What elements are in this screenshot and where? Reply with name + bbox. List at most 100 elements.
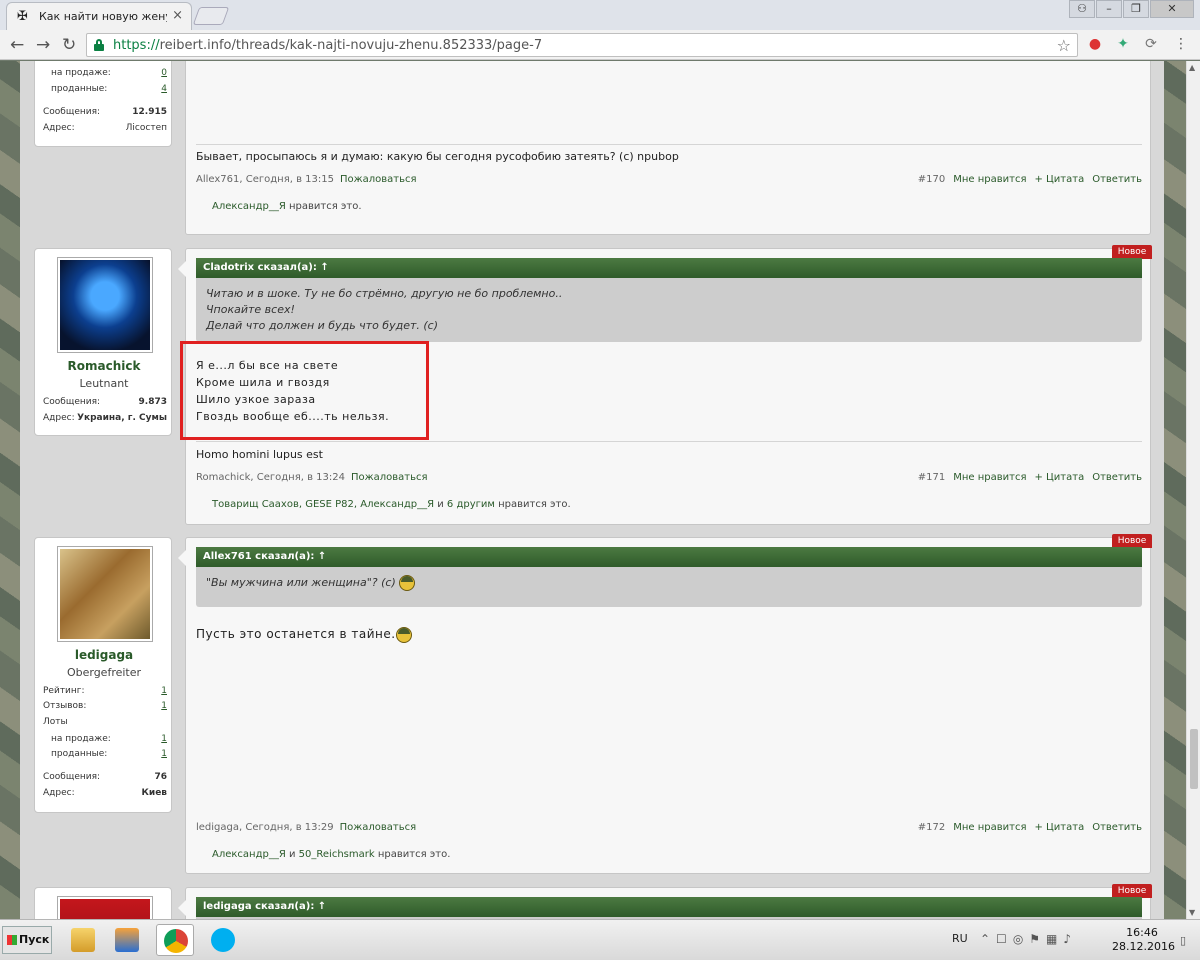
quote-button[interactable]: + Цитата xyxy=(1034,472,1084,483)
lock-icon xyxy=(94,39,104,51)
minimize-button[interactable]: – xyxy=(1096,0,1122,18)
soldier-smiley-icon xyxy=(395,626,412,643)
new-badge: Новое xyxy=(1112,534,1152,548)
username[interactable]: ledigaga xyxy=(35,648,173,662)
soldier-smiley-icon xyxy=(399,575,416,591)
post-actions: #172 Мне нравится + Цитата Ответить xyxy=(910,822,1142,833)
taskbar-media-player[interactable] xyxy=(108,924,146,956)
extension-puzzle-icon[interactable]: ✦ xyxy=(1114,35,1132,53)
username[interactable]: Romachick xyxy=(35,359,173,373)
window-controls: ⚇ – ❐ ✕ xyxy=(1069,0,1194,20)
likes-summary: Александр__Я нравится это. xyxy=(212,201,362,212)
post-body: Пусть это останется в тайне. xyxy=(196,626,412,643)
signature: Бывает, просыпаюсь я и думаю: какую бы с… xyxy=(196,150,679,163)
post-173: Новое ledigaga сказал(а): ↑ xyxy=(178,884,1152,919)
like-button[interactable]: Мне нравится xyxy=(953,472,1026,483)
system-tray-icons[interactable]: ⌃☐◎⚑▦♪ xyxy=(980,932,1077,946)
user-title: Obergefreiter xyxy=(66,666,142,679)
forward-arrow-icon[interactable]: → xyxy=(36,35,50,55)
chrome-menu-icon[interactable]: ⋮ xyxy=(1172,35,1190,53)
extension-refresh-icon[interactable]: ⟳ xyxy=(1142,35,1160,53)
skype-icon xyxy=(211,928,235,952)
stat-sold: проданные: 1 xyxy=(51,749,167,759)
close-tab-icon[interactable]: × xyxy=(172,8,183,23)
quote-block: Allex761 сказал(а): ↑ "Вы мужчина или же… xyxy=(196,547,1142,607)
language-indicator[interactable]: RU xyxy=(952,932,968,945)
browser-titlebar: ✠ Как найти новую жену? × ⚇ – ❐ ✕ xyxy=(0,0,1200,30)
clock[interactable]: 16:46 28.12.2016 xyxy=(1112,926,1175,954)
restore-button[interactable]: ❐ xyxy=(1123,0,1149,18)
reply-button[interactable]: Ответить xyxy=(1092,822,1142,833)
new-tab-button[interactable] xyxy=(192,7,230,25)
author-link[interactable]: Allex761 xyxy=(196,174,239,185)
avatar[interactable] xyxy=(57,546,153,642)
report-link[interactable]: Пожаловаться xyxy=(340,822,417,833)
stat-address: Адрес: Киев xyxy=(43,788,167,798)
report-link[interactable]: Пожаловаться xyxy=(340,174,417,185)
like-button[interactable]: Мне нравится xyxy=(953,174,1026,185)
start-button[interactable]: Пуск xyxy=(2,926,52,954)
page-viewport: на продаже: 0 проданные: 4 Сообщения: 12.91… xyxy=(0,61,1186,919)
post-actions: #170 Мне нравится + Цитата Ответить xyxy=(910,174,1142,185)
post-actions: #171 Мне нравится + Цитата Ответить xyxy=(910,472,1142,483)
stat-address: Адрес: Лісостеп xyxy=(43,123,167,133)
post-number[interactable]: #172 xyxy=(918,822,945,833)
address-bar[interactable]: https://reibert.info/threads/kak-najti-n… xyxy=(86,33,1078,57)
report-link[interactable]: Пожаловаться xyxy=(351,472,428,483)
stat-address: Адрес: Украина, г. Сумы xyxy=(43,413,167,423)
tab-title: Как найти новую жену? xyxy=(39,10,167,23)
quote-block: ledigaga сказал(а): ↑ xyxy=(196,897,1142,919)
quote-author[interactable]: ledigaga сказал(а): ↑ xyxy=(196,897,1142,917)
scroll-down-arrow-icon[interactable]: ▼ xyxy=(1189,908,1195,917)
stat-reviews: Отзывов: 1 xyxy=(43,701,167,711)
avatar[interactable] xyxy=(57,896,153,919)
scroll-thumb[interactable] xyxy=(1190,729,1198,789)
stat-messages: Сообщения: 9.873 xyxy=(43,397,167,407)
signature: Homo homini lupus est xyxy=(196,448,323,461)
new-badge: Новое xyxy=(1112,245,1152,259)
url-text: https://reibert.info/threads/kak-najti-n… xyxy=(113,38,543,53)
post-number[interactable]: #171 xyxy=(918,472,945,483)
quote-text: "Вы мужчина или женщина"? (с) xyxy=(196,567,1142,599)
iron-cross-icon: ✠ xyxy=(17,9,28,24)
quote-button[interactable]: + Цитата xyxy=(1034,822,1084,833)
browser-toolbar: ← → ↻ https://reibert.info/threads/kak-n… xyxy=(0,30,1200,60)
signature-divider xyxy=(196,441,1142,442)
author-link[interactable]: ledigaga xyxy=(196,822,239,833)
new-badge: Новое xyxy=(1112,884,1152,898)
post-number[interactable]: #170 xyxy=(918,174,945,185)
reload-icon[interactable]: ↻ xyxy=(62,35,76,55)
stat-rating: Рейтинг: 1 xyxy=(43,686,167,696)
avatar[interactable] xyxy=(57,257,153,353)
extension-opera-icon[interactable]: ● xyxy=(1086,35,1104,53)
taskbar-skype[interactable] xyxy=(204,924,242,956)
stat-sold: проданные: 4 xyxy=(51,84,167,94)
stat-forsale: на продаже: 1 xyxy=(51,734,167,744)
post-meta: ledigaga, Сегодня, в 13:29 Пожаловаться xyxy=(196,822,417,833)
userbox-allex761: на продаже: 0 проданные: 4 Сообщения: 12.91… xyxy=(34,61,172,147)
close-window-button[interactable]: ✕ xyxy=(1150,0,1194,18)
page-scrollbar[interactable]: ▲ ▼ xyxy=(1186,61,1200,919)
quote-author[interactable]: Cladotrix сказал(а): ↑ xyxy=(196,258,1142,278)
author-link[interactable]: Romachick xyxy=(196,472,250,483)
windows-flag-icon xyxy=(7,935,17,945)
reply-button[interactable]: Ответить xyxy=(1092,472,1142,483)
scroll-up-arrow-icon[interactable]: ▲ xyxy=(1189,63,1195,72)
post-172: Новое Allex761 сказал(а): ↑ "Вы мужчина … xyxy=(178,534,1152,874)
taskbar-explorer[interactable] xyxy=(64,924,102,956)
browser-tab[interactable]: ✠ Как найти новую жену? × xyxy=(6,2,192,30)
bookmark-star-icon[interactable]: ☆ xyxy=(1057,36,1071,55)
stat-lots: Лоты xyxy=(43,717,68,727)
signature-divider xyxy=(196,144,1142,145)
quote-button[interactable]: + Цитата xyxy=(1034,174,1084,185)
reply-button[interactable]: Ответить xyxy=(1092,174,1142,185)
windows-taskbar: Пуск RU ⌃☐◎⚑▦♪ 16:46 28.12.2016 ▯ xyxy=(0,919,1200,960)
post-meta: Romachick, Сегодня, в 13:24 Пожаловаться xyxy=(196,472,428,483)
back-arrow-icon[interactable]: ← xyxy=(10,35,24,55)
like-button[interactable]: Мне нравится xyxy=(953,822,1026,833)
quote-author[interactable]: Allex761 сказал(а): ↑ xyxy=(196,547,1142,567)
likes-summary: Александр__Я и 50_Reichsmark нравится эт… xyxy=(212,849,451,860)
show-desktop-icon[interactable]: ▯ xyxy=(1180,934,1186,947)
taskbar-chrome[interactable] xyxy=(156,924,194,956)
user-profile-button[interactable]: ⚇ xyxy=(1069,0,1095,18)
